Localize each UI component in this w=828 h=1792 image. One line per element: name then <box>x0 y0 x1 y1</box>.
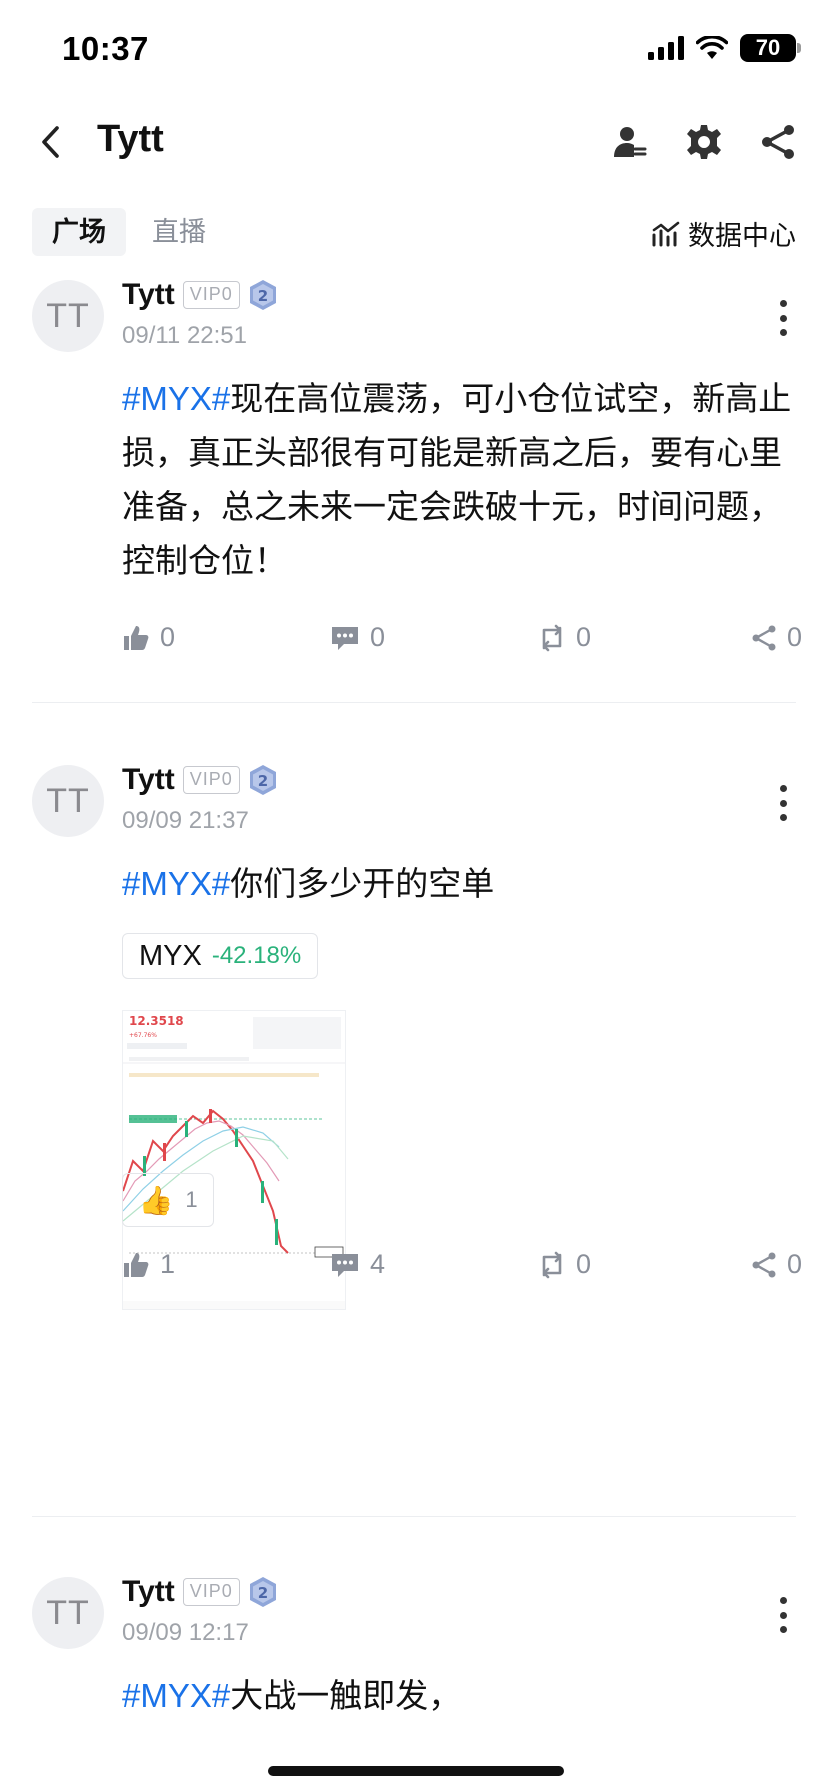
repost-count: 0 <box>576 622 592 652</box>
repost-count: 0 <box>576 1249 592 1279</box>
home-indicator[interactable] <box>268 1766 564 1776</box>
post-actions: 0 0 0 0 <box>122 622 802 662</box>
chart-change: +67.76% <box>129 1032 157 1039</box>
author-row: Tytt VIP0 2 <box>122 1575 278 1609</box>
share-icon <box>762 125 794 159</box>
gear-icon <box>687 125 721 159</box>
vip-badge: VIP0 <box>182 1578 240 1606</box>
ticker-change: -42.18% <box>211 942 302 969</box>
share-count: 0 <box>786 622 802 652</box>
back-button[interactable] <box>30 120 70 164</box>
post-time: 09/11 22:51 <box>122 322 248 349</box>
cellular-signal-icon <box>648 36 684 60</box>
user-icon <box>614 127 647 157</box>
divider <box>32 702 796 703</box>
battery-level: 70 <box>755 35 781 60</box>
chart-price: 12.3518 <box>129 1014 184 1028</box>
data-center-label: 数据中心 <box>688 221 796 251</box>
chart-line-icon <box>652 221 680 246</box>
like-count: 0 <box>160 622 176 652</box>
thumbs-up-emoji-icon: 👍 <box>138 1184 174 1216</box>
comment-count: 0 <box>370 622 386 652</box>
share-post-button[interactable]: 0 <box>751 622 802 653</box>
repost-icon <box>542 624 562 651</box>
nav-bar: Tytt <box>0 100 828 184</box>
data-center-link[interactable]: 数据中心 <box>652 214 796 253</box>
post-text[interactable]: #MYX#你们多少开的空单 <box>122 857 798 911</box>
more-options-button[interactable] <box>768 1595 798 1635</box>
tab-square[interactable]: 广场 <box>32 208 126 256</box>
page-title: Tytt <box>97 118 164 160</box>
level-shield-icon: 2 <box>249 1577 276 1607</box>
like-button[interactable]: 0 <box>122 622 175 653</box>
tabs-bar: 广场 直播 数据中心 <box>0 206 828 256</box>
level-number: 2 <box>258 772 268 790</box>
comment-button[interactable]: 0 <box>330 622 385 653</box>
battery-indicator: 70 <box>740 34 801 62</box>
status-icons: 70 <box>648 34 801 62</box>
reaction-count: 1 <box>185 1187 198 1212</box>
hashtag-link[interactable]: #MYX# <box>122 865 230 902</box>
thumbs-up-icon <box>124 625 149 650</box>
comment-button[interactable]: 4 <box>330 1249 385 1280</box>
post-body: 你们多少开的空单 <box>230 865 495 902</box>
divider <box>32 1516 796 1517</box>
settings-button[interactable] <box>682 120 726 164</box>
avatar[interactable]: TT <box>32 1577 104 1649</box>
share-post-button[interactable]: 0 <box>751 1249 802 1280</box>
share-button[interactable] <box>756 120 800 164</box>
post-card[interactable]: TT Tytt VIP0 2 09/11 22:51 #MYX#现在高位震荡，可… <box>0 278 828 700</box>
post-actions: 1 4 0 0 <box>122 1249 802 1289</box>
author-name[interactable]: Tytt <box>122 1575 175 1609</box>
status-bar: 10:37 70 <box>0 0 828 100</box>
nav-actions <box>608 120 800 164</box>
hashtag-link[interactable]: #MYX# <box>122 1677 230 1714</box>
ticker-chip[interactable]: MYX -42.18% <box>122 933 319 979</box>
more-options-button[interactable] <box>768 298 798 338</box>
comment-icon <box>332 626 358 650</box>
level-number: 2 <box>258 1584 268 1602</box>
level-shield-icon: 2 <box>249 765 276 795</box>
post-time: 09/09 12:17 <box>122 1619 249 1646</box>
repost-button[interactable]: 0 <box>538 622 591 653</box>
author-row: Tytt VIP0 2 <box>122 278 278 312</box>
more-options-button[interactable] <box>768 783 798 823</box>
share-icon <box>752 1252 776 1277</box>
author-row: Tytt VIP0 2 <box>122 763 278 797</box>
level-badge: 2 <box>248 1576 278 1608</box>
post-body: 大战一触即发， <box>230 1677 462 1714</box>
like-count: 1 <box>160 1249 176 1279</box>
chevron-left-icon <box>42 126 59 158</box>
thumbs-up-icon <box>124 1252 149 1277</box>
level-badge: 2 <box>248 764 278 796</box>
hashtag-link[interactable]: #MYX# <box>122 380 230 417</box>
share-icon <box>752 625 776 650</box>
vip-badge: VIP0 <box>182 281 240 309</box>
share-count: 0 <box>786 1249 802 1279</box>
comment-count: 4 <box>370 1249 386 1279</box>
level-badge: 2 <box>248 279 278 311</box>
avatar[interactable]: TT <box>32 280 104 352</box>
profile-button[interactable] <box>608 120 652 164</box>
post-card[interactable]: TT Tytt VIP0 2 09/09 12:17 #MYX#大战一触即发， <box>0 1575 828 1777</box>
avatar[interactable]: TT <box>32 765 104 837</box>
post-text[interactable]: #MYX#大战一触即发， <box>122 1669 798 1723</box>
comment-icon <box>332 1253 358 1277</box>
post-card[interactable]: TT Tytt VIP0 2 09/09 21:37 #MYX#你们多少开的空单… <box>0 763 828 1505</box>
ticker-symbol: MYX <box>139 939 202 972</box>
vip-badge: VIP0 <box>182 766 240 794</box>
repost-button[interactable]: 0 <box>538 1249 591 1280</box>
like-button[interactable]: 1 <box>122 1249 175 1280</box>
reaction-chip[interactable]: 👍 1 <box>122 1173 214 1227</box>
tab-live[interactable]: 直播 <box>132 208 226 256</box>
author-name[interactable]: Tytt <box>122 278 175 312</box>
status-time: 10:37 <box>62 30 149 67</box>
level-shield-icon: 2 <box>249 280 276 310</box>
post-text[interactable]: #MYX#现在高位震荡，可小仓位试空，新高止损，真正头部很有可能是新高之后，要有… <box>122 372 798 588</box>
level-number: 2 <box>258 287 268 305</box>
post-time: 09/09 21:37 <box>122 807 249 834</box>
author-name[interactable]: Tytt <box>122 763 175 797</box>
repost-icon <box>542 1251 562 1278</box>
wifi-icon <box>696 36 728 59</box>
